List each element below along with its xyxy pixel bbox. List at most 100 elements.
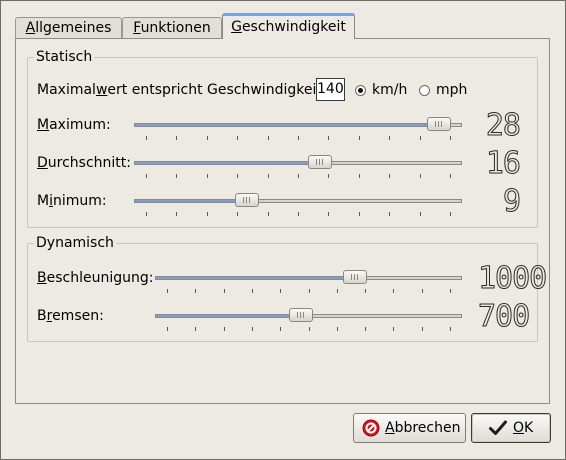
slider-tick bbox=[146, 174, 147, 178]
beschleunigung-lcd-display: 1000 bbox=[478, 261, 548, 296]
slider-tick bbox=[176, 174, 177, 178]
beschleunigung-label: Beschleunigung: bbox=[37, 270, 154, 286]
slider-tick bbox=[309, 289, 310, 293]
slider-tick bbox=[393, 289, 394, 293]
slider-tick bbox=[224, 289, 225, 293]
slider-tick bbox=[337, 327, 338, 331]
checkmark-icon bbox=[489, 420, 507, 435]
tab-funktionen[interactable]: Funktionen bbox=[122, 17, 222, 38]
unit-kmh-radio[interactable] bbox=[355, 85, 366, 96]
tab-allgemeines[interactable]: Allgemeines bbox=[15, 17, 122, 38]
max-speed-input[interactable]: 140 bbox=[316, 78, 345, 101]
slider-tick bbox=[280, 327, 281, 331]
cancel-button[interactable]: Abbrechen bbox=[353, 413, 466, 443]
slider-tick bbox=[252, 289, 253, 293]
slider-tick bbox=[450, 174, 451, 178]
bremsen-lcd-display: 700 bbox=[478, 299, 531, 334]
slider-tick bbox=[389, 212, 390, 216]
slider-fill bbox=[135, 200, 247, 202]
slider-tick bbox=[146, 136, 147, 140]
tab-mnemonic: G bbox=[231, 19, 242, 35]
tab-mnemonic: A bbox=[25, 20, 36, 36]
maximum-ticks bbox=[134, 136, 462, 140]
slider-tick bbox=[450, 289, 451, 293]
slider-tick bbox=[237, 212, 238, 216]
dynamisch-title: Dynamisch bbox=[34, 235, 116, 251]
slider-tick bbox=[237, 174, 238, 178]
ok-button[interactable]: OK bbox=[471, 413, 551, 443]
slider-tick bbox=[195, 289, 196, 293]
slider-tick bbox=[420, 174, 421, 178]
slider-tick bbox=[359, 136, 360, 140]
slider-tick bbox=[237, 136, 238, 140]
unit-kmh-label[interactable]: km/h bbox=[372, 82, 407, 98]
slider-handle[interactable] bbox=[235, 193, 259, 207]
slider-tick bbox=[167, 289, 168, 293]
slider-tick bbox=[389, 136, 390, 140]
beschleunigung-slider[interactable] bbox=[155, 270, 462, 284]
tab-label: unktionen bbox=[140, 20, 211, 36]
tab-geschwindigkeit[interactable]: Geschwindigkeit bbox=[222, 13, 355, 39]
stop-sign-icon bbox=[362, 419, 380, 437]
slider-tick bbox=[268, 212, 269, 216]
maximum-slider[interactable] bbox=[134, 117, 462, 131]
slider-tick bbox=[146, 212, 147, 216]
slider-tick bbox=[420, 212, 421, 216]
beschleunigung-ticks bbox=[155, 289, 462, 293]
slider-tick bbox=[450, 327, 451, 331]
slider-tick bbox=[450, 212, 451, 216]
maximum-label: Maximum: bbox=[37, 117, 111, 133]
durchschnitt-ticks bbox=[134, 174, 462, 178]
slider-tick bbox=[224, 327, 225, 331]
slider-tick bbox=[359, 212, 360, 216]
slider-fill bbox=[135, 162, 320, 164]
slider-tick bbox=[450, 136, 451, 140]
slider-tick bbox=[328, 136, 329, 140]
slider-tick bbox=[337, 289, 338, 293]
minimum-slider[interactable] bbox=[134, 193, 462, 207]
slider-tick bbox=[328, 212, 329, 216]
slider-handle[interactable] bbox=[289, 308, 313, 322]
bremsen-slider[interactable] bbox=[155, 308, 462, 322]
minimum-label: Minimum: bbox=[37, 193, 107, 209]
slider-tick bbox=[309, 327, 310, 331]
cancel-button-label: Abbrechen bbox=[385, 420, 461, 436]
slider-tick bbox=[167, 327, 168, 331]
durchschnitt-lcd-display: 16 bbox=[485, 146, 521, 181]
slider-tick bbox=[207, 136, 208, 140]
slider-tick bbox=[268, 174, 269, 178]
slider-handle[interactable] bbox=[343, 270, 367, 284]
unit-mph-label[interactable]: mph bbox=[436, 82, 467, 98]
slider-tick bbox=[328, 174, 329, 178]
slider-tick bbox=[359, 174, 360, 178]
unit-mph-radio[interactable] bbox=[419, 85, 430, 96]
minimum-ticks bbox=[134, 212, 462, 216]
active-tab-highlight bbox=[222, 13, 355, 16]
slider-tick bbox=[389, 174, 390, 178]
slider-fill bbox=[156, 277, 355, 279]
statisch-title: Statisch bbox=[34, 49, 95, 65]
slider-handle[interactable] bbox=[427, 117, 451, 131]
maximum-lcd-display: 28 bbox=[485, 108, 521, 143]
max-speed-label: Maximalwert entspricht Geschwindigkeit bbox=[37, 82, 322, 98]
slider-tick bbox=[176, 212, 177, 216]
ok-button-label: OK bbox=[513, 420, 534, 436]
bremsen-label: Bremsen: bbox=[37, 308, 104, 324]
slider-tick bbox=[365, 327, 366, 331]
slider-tick bbox=[207, 212, 208, 216]
slider-tick bbox=[195, 327, 196, 331]
slider-tick bbox=[207, 174, 208, 178]
slider-tick bbox=[176, 136, 177, 140]
minimum-lcd-display: 9 bbox=[502, 184, 521, 219]
slider-fill bbox=[156, 315, 301, 317]
slider-tick bbox=[298, 136, 299, 140]
slider-tick bbox=[422, 327, 423, 331]
slider-handle[interactable] bbox=[308, 155, 332, 169]
slider-tick bbox=[298, 174, 299, 178]
slider-tick bbox=[280, 289, 281, 293]
durchschnitt-label: Durchschnitt: bbox=[37, 155, 131, 171]
slider-tick bbox=[268, 136, 269, 140]
slider-tick bbox=[365, 289, 366, 293]
durchschnitt-slider[interactable] bbox=[134, 155, 462, 169]
slider-tick bbox=[420, 136, 421, 140]
